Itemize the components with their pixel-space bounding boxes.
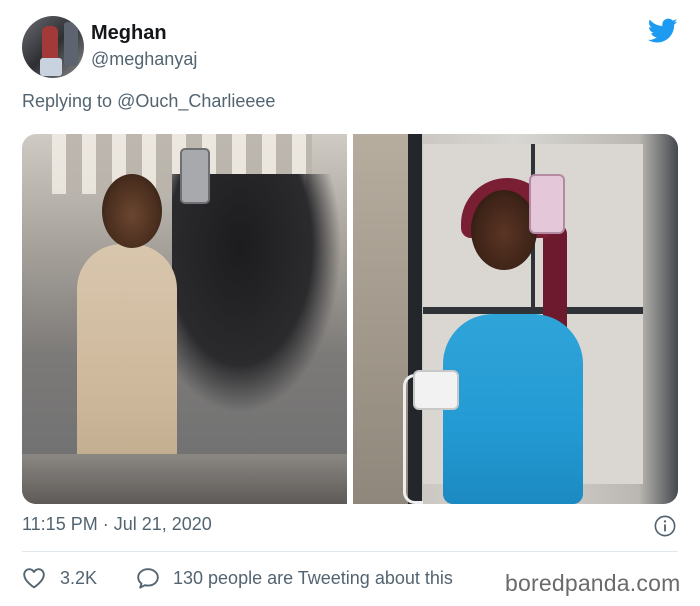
avatar-figure <box>42 26 58 62</box>
like-count: 3.2K <box>60 567 98 588</box>
photo-right-head <box>471 190 537 270</box>
like-button[interactable]: 3.2K <box>22 566 97 590</box>
photo-left-phone <box>180 148 210 204</box>
watermark: boredpanda.com <box>505 570 681 596</box>
avatar-mirror <box>64 22 78 66</box>
photo-left[interactable] <box>22 134 347 504</box>
info-icon[interactable] <box>654 515 676 537</box>
photo-right-dress <box>443 314 583 504</box>
tweet-card: Meghan @meghanyaj Replying to @Ouch_Char… <box>0 0 700 606</box>
speech-bubble-icon <box>137 568 159 589</box>
avatar-legs <box>40 58 62 76</box>
conversation-link[interactable]: 130 people are Tweeting about this <box>136 566 453 590</box>
tweeting-about-text: 130 people are Tweeting about this <box>173 567 453 588</box>
divider <box>22 551 678 552</box>
avatar[interactable] <box>22 16 84 78</box>
photo-left-head <box>102 174 162 248</box>
photo-right-bag <box>413 370 459 410</box>
heart-icon <box>23 568 45 589</box>
reply-context: Replying to @Ouch_Charlieeee <box>22 91 275 112</box>
user-handle[interactable]: @meghanyaj <box>91 49 197 70</box>
photo-right[interactable] <box>353 134 678 504</box>
display-name[interactable]: Meghan <box>91 22 167 45</box>
reply-mention-link[interactable]: @Ouch_Charlieeee <box>117 91 275 111</box>
reply-prefix: Replying to <box>22 91 113 111</box>
photo-left-counter <box>22 454 347 504</box>
twitter-bird-icon[interactable] <box>648 18 678 44</box>
photo-left-background-people <box>172 174 342 414</box>
photo-right-phone <box>529 174 565 234</box>
media-gallery <box>22 134 678 504</box>
tweet-timestamp[interactable]: 11:15 PM · Jul 21, 2020 <box>22 514 212 535</box>
